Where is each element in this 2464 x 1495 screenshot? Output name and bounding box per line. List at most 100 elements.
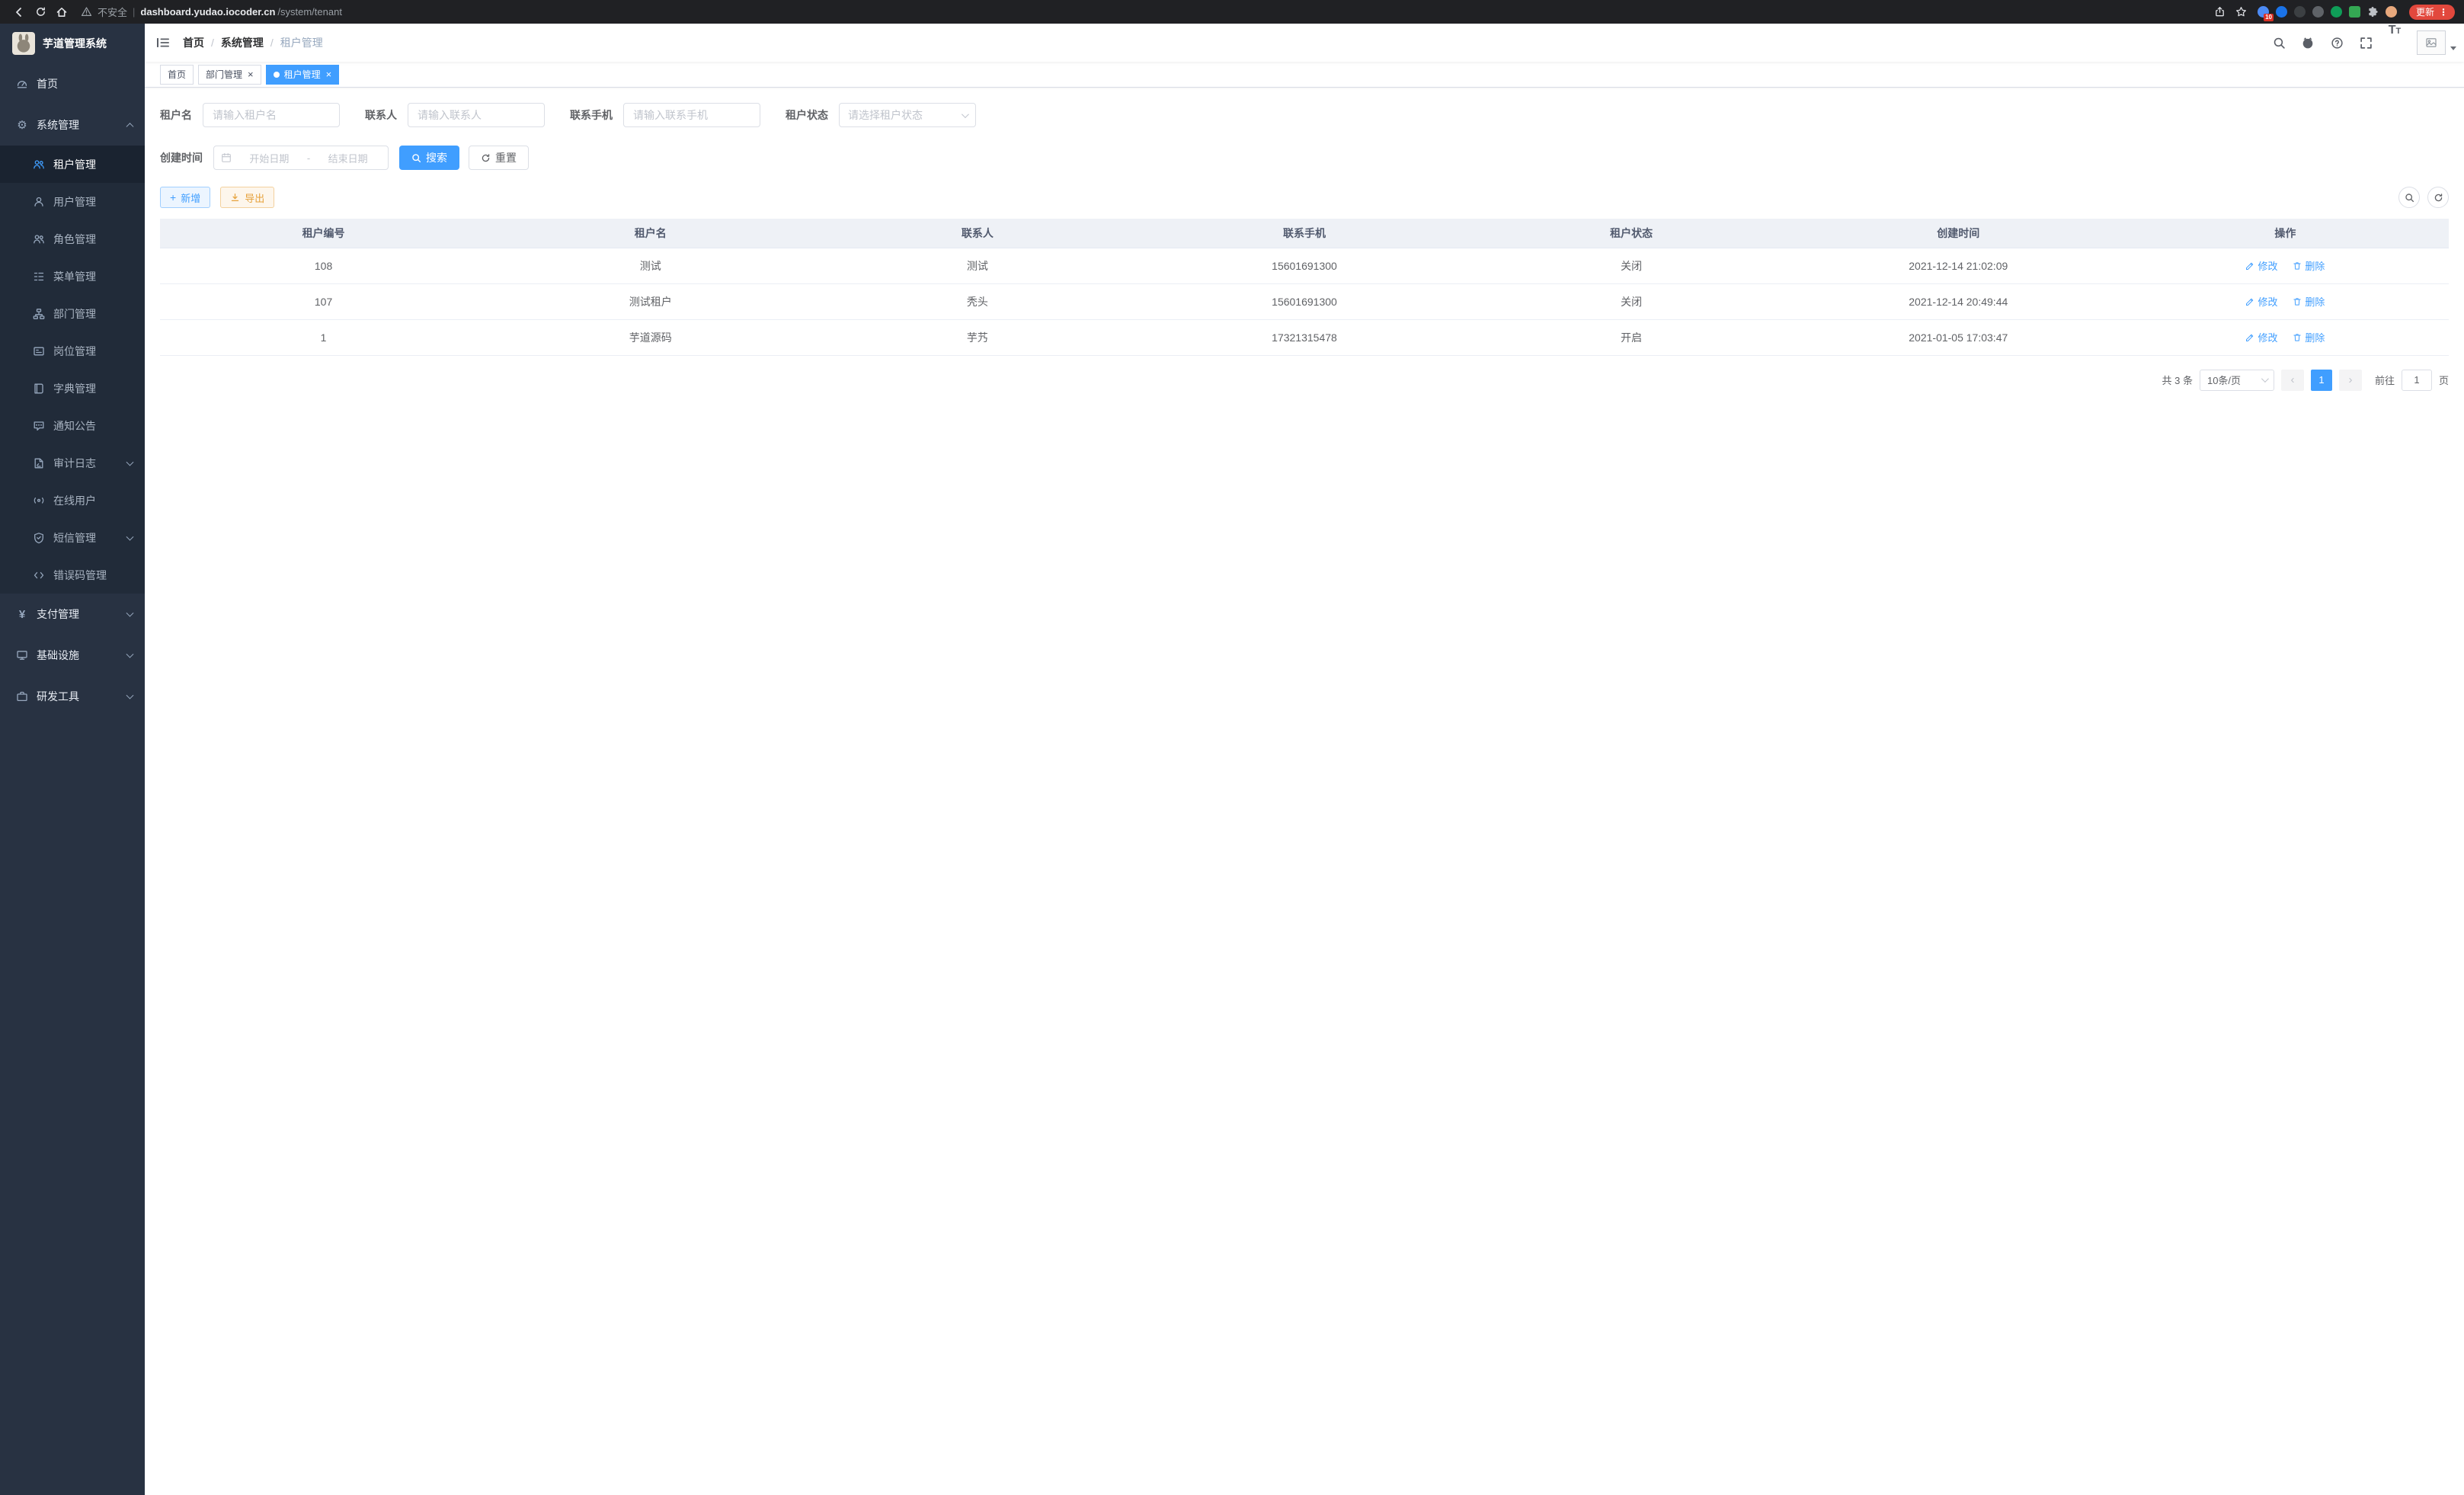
sidebar-item-menu[interactable]: 菜单管理: [0, 258, 145, 295]
contact-input[interactable]: [408, 103, 545, 127]
tab-dept[interactable]: 部门管理 ×: [198, 65, 261, 85]
refresh-table-icon[interactable]: [2427, 187, 2449, 208]
cell-tenant-name: 测试: [487, 248, 814, 283]
chevron-up-icon: [126, 123, 134, 130]
prev-page-button[interactable]: ‹: [2281, 370, 2304, 391]
sidebar-item-dept[interactable]: 部门管理: [0, 295, 145, 332]
delete-button[interactable]: 删除: [2293, 258, 2325, 273]
extension-icon-6[interactable]: [2349, 6, 2360, 18]
home-icon[interactable]: [52, 3, 72, 21]
sidebar-item-online-user[interactable]: 在线用户: [0, 482, 145, 519]
column-header: 租户状态: [1468, 219, 1795, 248]
sidebar-item-home[interactable]: 首页: [0, 63, 145, 104]
user-menu-caret-icon[interactable]: [2450, 46, 2456, 50]
sidebar-item-tenant[interactable]: 租户管理: [0, 146, 145, 183]
breadcrumb-system[interactable]: 系统管理: [221, 35, 264, 50]
cell-phone: 15601691300: [1141, 283, 1467, 319]
close-icon[interactable]: ×: [248, 69, 254, 79]
tenant-name-input[interactable]: [203, 103, 340, 127]
error-code-icon: [33, 569, 45, 581]
delete-button[interactable]: 删除: [2293, 330, 2325, 344]
update-button[interactable]: 更新 ⋮: [2409, 5, 2455, 20]
sidebar-collapse-icon[interactable]: [145, 24, 181, 62]
filter-label: 创建时间: [160, 150, 203, 165]
delete-button[interactable]: 删除: [2293, 294, 2325, 309]
page-content: 租户名 联系人 联系手机 租户状态 请选择租户状态 创建时间: [145, 88, 2464, 406]
sidebar-menu: 首页 ⚙ 系统管理 租户管理 用户管理 角色管理: [0, 63, 145, 717]
page-number-1[interactable]: 1: [2311, 370, 2332, 391]
export-button[interactable]: 导出: [220, 187, 274, 208]
edit-label: 修改: [2258, 330, 2277, 344]
sidebar-item-system[interactable]: ⚙ 系统管理: [0, 104, 145, 146]
puzzle-icon[interactable]: [2367, 6, 2379, 18]
address-bar[interactable]: 不安全 | dashboard.yudao.iocoder.cn/system/…: [81, 5, 2201, 19]
page-size-select[interactable]: 10条/页: [2200, 370, 2274, 391]
edit-button[interactable]: 修改: [2245, 294, 2277, 309]
next-page-button[interactable]: ›: [2339, 370, 2362, 391]
devtools-icon: [16, 690, 28, 703]
font-size-icon[interactable]: TT: [2380, 24, 2409, 62]
extension-icon-1[interactable]: 10: [2258, 6, 2269, 18]
breadcrumb-home[interactable]: 首页: [183, 35, 204, 50]
extension-icon-4[interactable]: [2312, 6, 2324, 18]
add-button[interactable]: + 新增: [160, 187, 210, 208]
prev-icon: ‹: [2290, 373, 2294, 386]
share-icon[interactable]: [2210, 3, 2230, 21]
help-icon[interactable]: [2322, 24, 2351, 62]
sidebar-item-post[interactable]: 岗位管理: [0, 332, 145, 370]
kebab-menu-icon[interactable]: ⋮: [2439, 7, 2448, 18]
toggle-search-icon[interactable]: [2398, 187, 2420, 208]
sidebar-item-devtools[interactable]: 研发工具: [0, 676, 145, 717]
sidebar-item-audit-log[interactable]: 审计日志: [0, 444, 145, 482]
bookmark-star-icon[interactable]: [2232, 3, 2251, 21]
goto-page-input[interactable]: [2402, 370, 2432, 391]
sidebar-item-payment[interactable]: ¥ 支付管理: [0, 594, 145, 635]
plus-icon: +: [170, 192, 176, 203]
sidebar-item-label: 岗位管理: [53, 344, 96, 359]
fullscreen-icon[interactable]: [2351, 24, 2380, 62]
sidebar-item-dict[interactable]: 字典管理: [0, 370, 145, 407]
profile-avatar-icon[interactable]: [2386, 6, 2397, 18]
chevron-down-icon: [126, 692, 134, 699]
calendar-icon: [221, 152, 232, 163]
tab-tenant[interactable]: 租户管理 ×: [266, 65, 340, 85]
chevron-down-icon: [126, 458, 134, 466]
sidebar-item-notice[interactable]: 通知公告: [0, 407, 145, 444]
close-icon[interactable]: ×: [326, 69, 332, 79]
edit-button[interactable]: 修改: [2245, 258, 2277, 273]
github-icon[interactable]: [2293, 24, 2322, 62]
phone-input[interactable]: [623, 103, 760, 127]
sidebar-item-label: 角色管理: [53, 232, 96, 247]
status-select[interactable]: 请选择租户状态: [839, 103, 976, 127]
sidebar-item-sms[interactable]: 短信管理: [0, 519, 145, 556]
tab-label: 租户管理: [284, 68, 321, 81]
sidebar-item-role[interactable]: 角色管理: [0, 220, 145, 258]
tab-label: 首页: [168, 68, 186, 81]
update-label: 更新: [2416, 5, 2434, 18]
menu-list-icon: [33, 271, 45, 283]
sidebar-item-error-code[interactable]: 错误码管理: [0, 556, 145, 594]
dictionary-icon: [33, 383, 45, 395]
date-range-picker[interactable]: 开始日期 - 结束日期: [213, 146, 389, 170]
column-header: 联系人: [814, 219, 1141, 248]
extension-icon-3[interactable]: [2294, 6, 2306, 18]
reset-button[interactable]: 重置: [469, 146, 529, 170]
sidebar-item-label: 系统管理: [37, 117, 79, 133]
avatar[interactable]: [2417, 30, 2446, 55]
app-logo[interactable]: 芋道管理系统: [0, 24, 145, 63]
extension-icon-5[interactable]: [2331, 6, 2342, 18]
search-icon[interactable]: [2264, 24, 2293, 62]
edit-button[interactable]: 修改: [2245, 330, 2277, 344]
active-dot: [274, 72, 280, 78]
cell-actions: 修改 删除: [2122, 283, 2449, 319]
tab-home[interactable]: 首页: [160, 65, 194, 85]
refresh-icon[interactable]: [30, 3, 50, 21]
extension-icon-2[interactable]: [2276, 6, 2287, 18]
sidebar-item-infrastructure[interactable]: 基础设施: [0, 635, 145, 676]
edit-pencil-icon: [2245, 333, 2254, 342]
sidebar-item-user[interactable]: 用户管理: [0, 183, 145, 220]
filter-tenant-name: 租户名: [160, 103, 340, 127]
search-button[interactable]: 搜索: [399, 146, 459, 170]
sidebar: 芋道管理系统 首页 ⚙ 系统管理 租户管理 用户管理: [0, 24, 145, 1495]
back-icon[interactable]: [9, 3, 29, 21]
